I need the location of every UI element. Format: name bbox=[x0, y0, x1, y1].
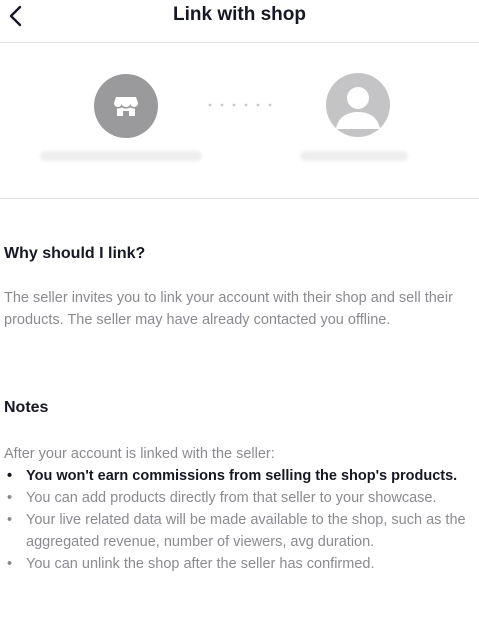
shop-name-placeholder bbox=[40, 151, 202, 161]
notes-item-text: You won't earn commissions from selling … bbox=[26, 468, 458, 484]
why-link-heading: Why should I link? bbox=[4, 245, 146, 262]
link-with-shop-page: Link with shop Why should I link? The se… bbox=[0, 0, 479, 641]
notes-item-live-data: • Your live related data will be made av… bbox=[4, 509, 474, 553]
notes-item-text: Your live related data will be made avai… bbox=[26, 512, 466, 550]
shop-avatar bbox=[94, 74, 158, 138]
page-title: Link with shop bbox=[173, 4, 306, 25]
link-visual bbox=[0, 43, 479, 199]
user-name-placeholder bbox=[300, 151, 408, 161]
notes-item-showcase: • You can add products directly from tha… bbox=[4, 487, 474, 509]
notes-item-unlink: • You can unlink the shop after the sell… bbox=[4, 553, 474, 575]
bullet-icon: • bbox=[7, 512, 13, 528]
bullet-icon: • bbox=[7, 490, 13, 506]
notes-intro: After your account is linked with the se… bbox=[4, 446, 275, 462]
user-avatar bbox=[326, 73, 390, 137]
user-avatar-icon bbox=[336, 87, 380, 129]
notes-item-commissions: • You won't earn commissions from sellin… bbox=[4, 465, 474, 487]
notes-heading: Notes bbox=[4, 399, 49, 416]
bullet-icon: • bbox=[7, 556, 13, 572]
connection-dots bbox=[208, 103, 272, 107]
store-icon bbox=[114, 97, 138, 116]
bullet-icon: • bbox=[7, 468, 13, 484]
notes-item-text: You can unlink the shop after the seller… bbox=[26, 556, 375, 572]
why-link-description: The seller invites you to link your acco… bbox=[4, 290, 453, 328]
top-bar: Link with shop bbox=[0, 0, 479, 43]
notes-item-text: You can add products directly from that … bbox=[26, 490, 437, 506]
notes-list: • You won't earn commissions from sellin… bbox=[4, 465, 474, 575]
